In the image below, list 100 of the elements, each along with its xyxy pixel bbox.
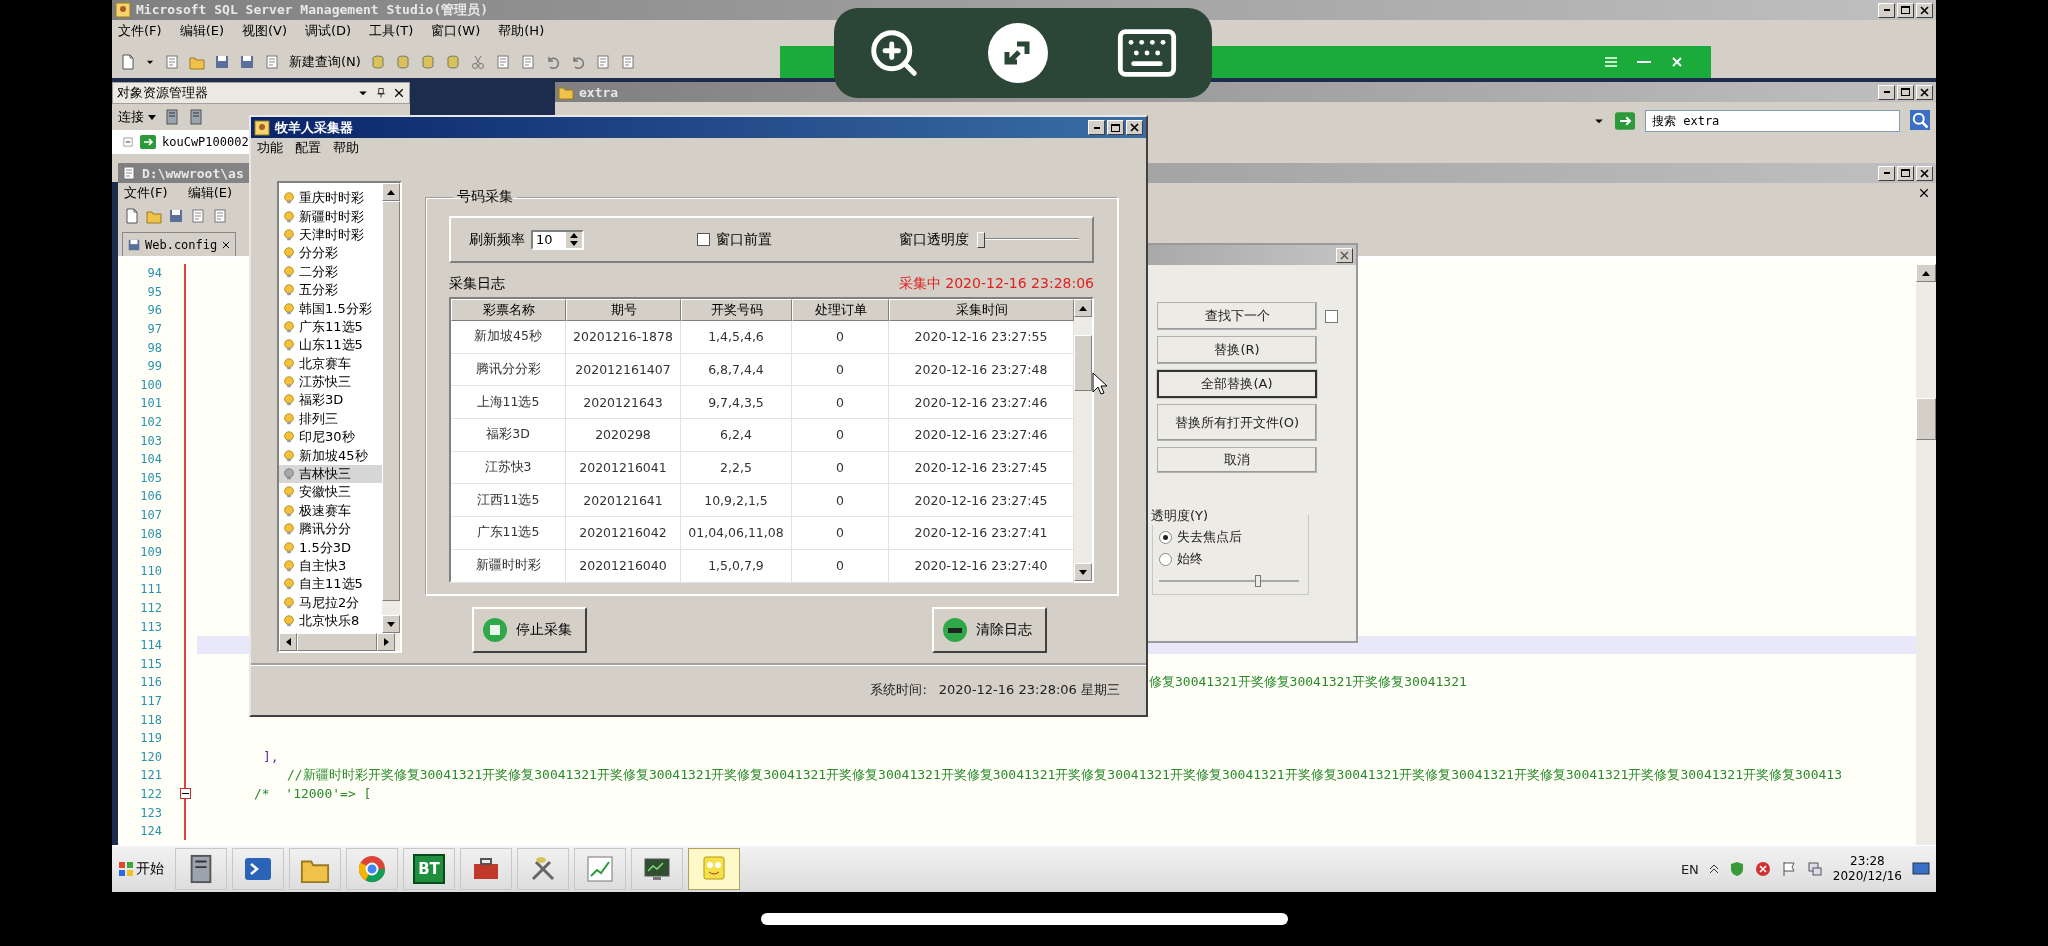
- scrollbar-thumb[interactable]: [1916, 398, 1936, 440]
- list-item[interactable]: 自主11选5: [279, 575, 382, 594]
- taskbar-button[interactable]: [460, 848, 512, 890]
- stop-icon[interactable]: [1754, 861, 1771, 877]
- scroll-down-button[interactable]: [1074, 563, 1092, 581]
- maximize-button[interactable]: [1897, 84, 1914, 100]
- start-button[interactable]: 开始: [112, 850, 170, 888]
- menu-item[interactable]: 功能: [257, 139, 283, 157]
- maximize-button[interactable]: [1897, 165, 1914, 181]
- taskbar-button[interactable]: [631, 848, 683, 890]
- close-button[interactable]: [1126, 120, 1143, 135]
- network-icon[interactable]: [1806, 861, 1823, 877]
- refresh-rate-field[interactable]: 10: [531, 229, 584, 250]
- taskbar-button[interactable]: [289, 848, 341, 890]
- close-button[interactable]: [1916, 2, 1933, 18]
- list-item[interactable]: 安徽快三: [279, 483, 382, 502]
- menu-item[interactable]: 调试(D): [305, 22, 352, 40]
- scroll-down-button[interactable]: [382, 615, 400, 633]
- fold-icon[interactable]: [179, 788, 191, 800]
- dialog-button[interactable]: 取消: [1157, 447, 1317, 473]
- radio-button[interactable]: [1159, 530, 1172, 544]
- list-item[interactable]: 天津时时彩: [279, 225, 382, 245]
- menu-item[interactable]: 编辑(E): [179, 22, 224, 40]
- file-tab[interactable]: Web.config: [122, 232, 237, 256]
- radio-button[interactable]: [1159, 552, 1172, 566]
- stop-button[interactable]: 停止采集: [472, 607, 587, 653]
- list-item[interactable]: 韩国1.5分彩: [279, 299, 382, 318]
- scrollbar-thumb[interactable]: [1074, 335, 1092, 391]
- column-header[interactable]: 采集时间: [889, 299, 1074, 321]
- list-item[interactable]: 二分彩: [279, 262, 382, 281]
- scroll-up-button[interactable]: [1916, 264, 1936, 282]
- dialog-button[interactable]: 替换(R): [1157, 336, 1317, 364]
- checkbox[interactable]: [697, 233, 710, 246]
- minimize-button[interactable]: [1878, 2, 1895, 18]
- scrollbar-thumb[interactable]: [297, 633, 377, 651]
- list-item[interactable]: 新加坡45秒: [279, 446, 382, 465]
- flag-icon[interactable]: [1780, 861, 1797, 877]
- language-indicator[interactable]: EN: [1680, 861, 1699, 877]
- list-item[interactable]: 新疆时时彩: [279, 207, 382, 226]
- column-header[interactable]: 开奖号码: [681, 299, 792, 321]
- list-item[interactable]: 重庆时时彩: [279, 189, 382, 208]
- minimize-button[interactable]: [1088, 120, 1105, 135]
- menu-item[interactable]: 视图(V): [242, 22, 288, 40]
- list-item[interactable]: 分分彩: [279, 244, 382, 263]
- taskbar-button[interactable]: [346, 848, 398, 890]
- scroll-up-button[interactable]: [1074, 299, 1092, 317]
- list-item[interactable]: 排列三: [279, 409, 382, 429]
- column-header[interactable]: 处理订单: [792, 299, 889, 321]
- dialog-button[interactable]: 全部替换(A): [1157, 370, 1317, 398]
- scroll-up-button[interactable]: [382, 183, 400, 201]
- scroll-right-button[interactable]: [377, 633, 395, 651]
- slider-thumb[interactable]: [1255, 575, 1262, 587]
- close-button[interactable]: [1336, 247, 1353, 263]
- list-item[interactable]: 山东11选5: [279, 336, 382, 355]
- shield-icon[interactable]: [1728, 861, 1745, 877]
- new-query-button[interactable]: 新建查询(N): [289, 53, 361, 71]
- taskbar-button[interactable]: BT: [403, 848, 455, 890]
- remote-desktop-icon[interactable]: [987, 22, 1049, 84]
- list-item[interactable]: 五分彩: [279, 280, 382, 300]
- taskbar-button[interactable]: [232, 848, 284, 890]
- tree-item[interactable]: kouCwP100002: [162, 135, 249, 149]
- scrollbar-thumb[interactable]: [382, 201, 400, 601]
- menu-item[interactable]: 窗口(W): [431, 22, 481, 40]
- dialog-button[interactable]: 查找下一个: [1157, 302, 1317, 330]
- menu-item[interactable]: 文件(F): [124, 184, 168, 202]
- list-item[interactable]: 腾讯分分: [279, 520, 382, 539]
- close-button[interactable]: [1916, 84, 1933, 100]
- menu-item[interactable]: 编辑(E): [187, 184, 232, 202]
- list-item[interactable]: 福彩3D: [279, 391, 382, 410]
- scroll-left-button[interactable]: [279, 633, 297, 651]
- list-item[interactable]: 自主快3: [279, 556, 382, 576]
- list-item[interactable]: 江苏快三: [279, 372, 382, 392]
- show-desktop-icon[interactable]: [1912, 861, 1930, 877]
- taskbar-button[interactable]: [175, 848, 227, 890]
- search-button[interactable]: [1910, 110, 1932, 132]
- list-item[interactable]: 1.5分3D: [279, 538, 382, 557]
- dialog-button[interactable]: 替换所有打开文件(O): [1157, 404, 1317, 441]
- checkbox[interactable]: [1325, 309, 1338, 323]
- menu-item[interactable]: 帮助: [333, 139, 359, 157]
- search-field[interactable]: 搜索 extra: [1645, 110, 1900, 132]
- list-item[interactable]: 北京快乐8: [279, 612, 382, 631]
- menu-item[interactable]: 配置: [295, 139, 321, 157]
- taskbar-button[interactable]: [517, 848, 569, 890]
- minimize-button[interactable]: [1878, 165, 1895, 181]
- maximize-button[interactable]: [1107, 120, 1124, 135]
- minimize-button[interactable]: [1878, 84, 1895, 100]
- column-header[interactable]: 彩票名称: [451, 299, 566, 321]
- clock[interactable]: 23:28 2020/12/16: [1832, 854, 1902, 884]
- list-item[interactable]: 北京赛车: [279, 354, 382, 373]
- maximize-button[interactable]: [1897, 2, 1914, 18]
- list-item[interactable]: 吉林快三: [279, 464, 382, 484]
- menu-item[interactable]: 工具(T): [369, 22, 414, 40]
- menu-item[interactable]: 帮助(H): [498, 22, 545, 40]
- column-header[interactable]: 期号: [566, 299, 681, 321]
- list-item[interactable]: 广东11选5: [279, 317, 382, 337]
- close-button[interactable]: [1916, 165, 1933, 181]
- list-item[interactable]: 极速赛车: [279, 501, 382, 521]
- connect-button[interactable]: 连接: [118, 108, 156, 126]
- list-item[interactable]: 印尼30秒: [279, 428, 382, 447]
- chevron-icon[interactable]: [1708, 863, 1719, 875]
